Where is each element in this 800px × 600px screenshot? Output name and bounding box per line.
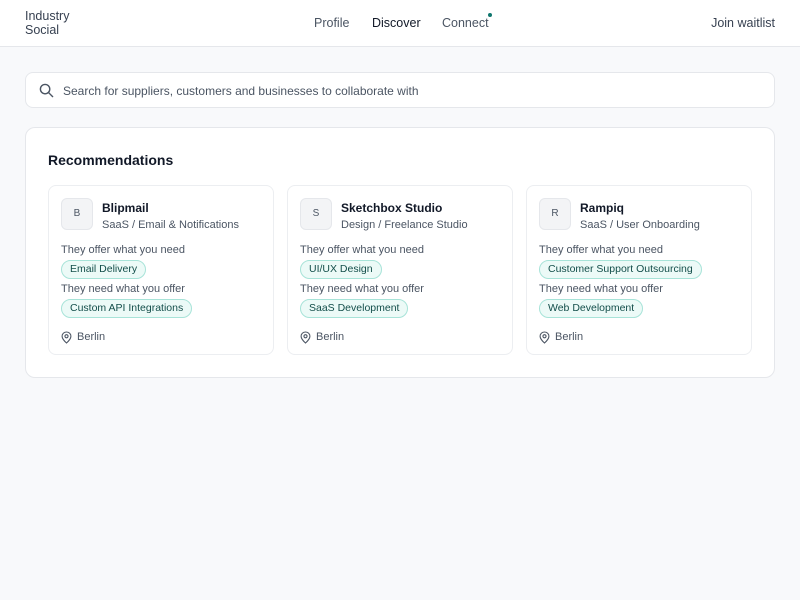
avatar: B bbox=[61, 198, 93, 230]
offer-tag: UI/UX Design bbox=[300, 260, 382, 279]
avatar: S bbox=[300, 198, 332, 230]
connect-notification-dot bbox=[488, 13, 492, 17]
need-tag: Custom API Integrations bbox=[61, 299, 193, 318]
need-tag: SaaS Development bbox=[300, 299, 409, 318]
search-icon bbox=[39, 83, 54, 98]
location-text: Berlin bbox=[77, 331, 106, 343]
nav-discover[interactable]: Discover bbox=[372, 16, 421, 30]
company-name: Blipmail bbox=[102, 201, 149, 215]
avatar: R bbox=[539, 198, 571, 230]
need-label: They need what you offer bbox=[61, 283, 185, 295]
offer-label: They offer what you need bbox=[539, 244, 663, 256]
offer-tag: Customer Support Outsourcing bbox=[539, 260, 702, 279]
location-text: Berlin bbox=[316, 331, 345, 343]
company-name: Sketchbox Studio bbox=[341, 201, 443, 215]
offer-label: They offer what you need bbox=[300, 244, 424, 256]
need-label: They need what you offer bbox=[539, 283, 663, 295]
need-label: They need what you offer bbox=[300, 283, 424, 295]
nav-connect[interactable]: Connect bbox=[442, 16, 489, 30]
search-input[interactable] bbox=[63, 81, 753, 101]
nav-profile[interactable]: Profile bbox=[314, 16, 349, 30]
location-text: Berlin bbox=[555, 331, 584, 343]
map-pin-icon bbox=[300, 331, 311, 344]
map-pin-icon bbox=[61, 331, 72, 344]
company-category: SaaS / Email & Notifications bbox=[102, 219, 239, 231]
company-name: Rampiq bbox=[580, 201, 625, 215]
need-tag: Web Development bbox=[539, 299, 644, 318]
join-waitlist-button[interactable]: Join waitlist bbox=[711, 16, 775, 30]
offer-label: They offer what you need bbox=[61, 244, 185, 256]
search-bar[interactable] bbox=[25, 72, 775, 108]
recommendation-card[interactable]: B Blipmail SaaS / Email & Notifications … bbox=[48, 185, 274, 355]
recommendation-card[interactable]: R Rampiq SaaS / User Onboarding They off… bbox=[526, 185, 752, 355]
map-pin-icon bbox=[539, 331, 550, 344]
offer-tag: Email Delivery bbox=[61, 260, 147, 279]
recommendations-panel: Recommendations B Blipmail SaaS / Email … bbox=[25, 127, 775, 378]
company-category: Design / Freelance Studio bbox=[341, 219, 468, 231]
recommendation-card[interactable]: S Sketchbox Studio Design / Freelance St… bbox=[287, 185, 513, 355]
top-navigation-bar: Industry Social Profile Discover Connect… bbox=[0, 0, 800, 47]
company-category: SaaS / User Onboarding bbox=[580, 219, 700, 231]
main-nav: Profile Discover Connect bbox=[0, 0, 800, 47]
recommendations-title: Recommendations bbox=[48, 152, 174, 168]
